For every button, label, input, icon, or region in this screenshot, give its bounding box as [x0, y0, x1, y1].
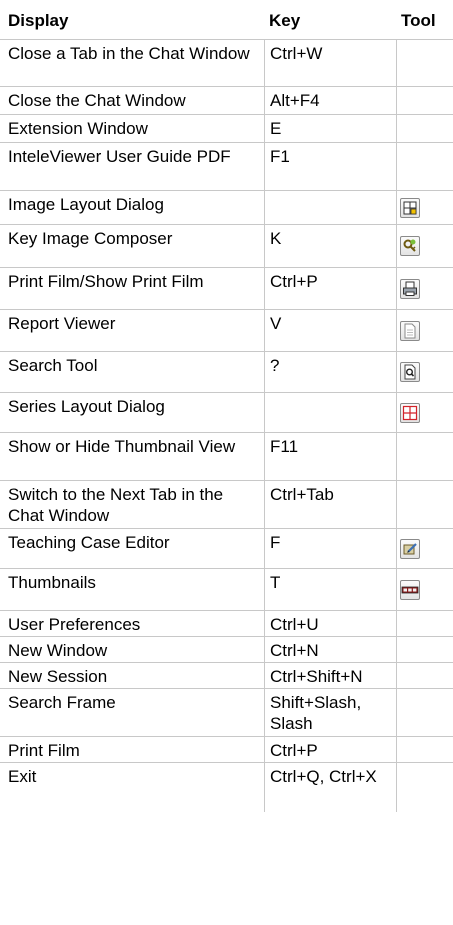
- display-cell: Teaching Case Editor: [8, 533, 170, 552]
- display-cell: Image Layout Dialog: [8, 195, 164, 214]
- key-cell: Ctrl+P: [264, 737, 396, 762]
- tool-cell: [396, 433, 453, 480]
- table-row-close-a-tab-in-the-chat-window: Close a Tab in the Chat Window Ctrl+W: [0, 39, 453, 87]
- display-cell: Close the Chat Window: [8, 91, 186, 110]
- key-cell: Ctrl+Shift+N: [264, 663, 396, 688]
- table-row-user-preferences: User Preferences Ctrl+U: [0, 611, 453, 637]
- table-row-new-session: New Session Ctrl+Shift+N: [0, 663, 453, 689]
- table-row-new-window: New Window Ctrl+N: [0, 637, 453, 663]
- table-row-print-film: Print Film Ctrl+P: [0, 737, 453, 763]
- tool-cell: [396, 529, 453, 568]
- thumbnails-icon[interactable]: [400, 579, 420, 600]
- table-header-row: Display Key Tool: [0, 0, 453, 39]
- table-row-show-or-hide-thumbnail-view: Show or Hide Thumbnail View F11: [0, 433, 453, 481]
- tool-cell: [396, 663, 453, 688]
- tool-cell: [396, 115, 453, 142]
- key-cell: T: [264, 569, 396, 610]
- key-cell: V: [264, 310, 396, 351]
- key-cell: F1: [264, 143, 396, 190]
- column-header-display: Display: [8, 11, 69, 30]
- key-cell: Alt+F4: [264, 87, 396, 114]
- display-cell: Extension Window: [8, 119, 148, 138]
- display-cell: Report Viewer: [8, 314, 116, 333]
- key-cell: Ctrl+U: [264, 611, 396, 636]
- display-cell: Show or Hide Thumbnail View: [8, 437, 236, 456]
- display-cell: Series Layout Dialog: [8, 397, 165, 416]
- series-layout-icon[interactable]: [400, 402, 420, 423]
- tool-cell: [396, 191, 453, 224]
- display-cell: Print Film: [8, 741, 80, 760]
- tool-cell: [396, 637, 453, 662]
- table-row-extension-window: Extension Window E: [0, 115, 453, 143]
- tool-cell: [396, 611, 453, 636]
- table-row-key-image-composer: Key Image Composer K: [0, 225, 453, 268]
- display-cell: User Preferences: [8, 615, 141, 634]
- tool-cell: [396, 569, 453, 610]
- key-cell: Ctrl+Q, Ctrl+X: [264, 763, 396, 812]
- column-header-tool: Tool: [401, 11, 436, 30]
- display-cell: Search Tool: [8, 356, 98, 375]
- print-film-icon[interactable]: [400, 278, 420, 299]
- display-cell: InteleViewer User Guide PDF: [8, 147, 231, 166]
- key-cell: [264, 191, 396, 224]
- table-row-inteleviewer-user-guide-pdf: InteleViewer User Guide PDF F1: [0, 143, 453, 191]
- table-row-search-tool: Search Tool?: [0, 352, 453, 393]
- display-cell: Search Frame: [8, 693, 116, 712]
- key-cell: K: [264, 225, 396, 267]
- tool-cell: [396, 689, 453, 736]
- key-cell: Shift+Slash, Slash: [264, 689, 396, 736]
- tool-cell: [396, 87, 453, 114]
- key-image-composer-icon[interactable]: [400, 236, 420, 256]
- display-cell: Key Image Composer: [8, 229, 173, 248]
- tool-cell: [396, 737, 453, 762]
- table-row-teaching-case-editor: Teaching Case Editor F: [0, 529, 453, 569]
- tool-cell: [396, 481, 453, 528]
- tool-cell: [396, 268, 453, 309]
- tool-cell: [396, 225, 453, 267]
- table-row-image-layout-dialog: Image Layout Dialog: [0, 191, 453, 225]
- table-row-series-layout-dialog: Series Layout Dialog: [0, 393, 453, 433]
- display-cell: New Window: [8, 641, 108, 660]
- column-header-key: Key: [269, 11, 301, 30]
- key-cell: Ctrl+W: [264, 40, 396, 86]
- tool-cell: [396, 352, 453, 392]
- display-cell: New Session: [8, 667, 108, 686]
- key-cell: F: [264, 529, 396, 568]
- table-row-report-viewer: Report Viewer V: [0, 310, 453, 352]
- table-row-exit: Exit Ctrl+Q, Ctrl+X: [0, 763, 453, 812]
- key-cell: [264, 393, 396, 432]
- table-row-switch-to-the-next-tab-in-the-chat-window: Switch to the Next Tab in the Chat Windo…: [0, 481, 453, 529]
- tool-cell: [396, 393, 453, 432]
- table-row-thumbnails: Thumbnails T: [0, 569, 453, 611]
- tool-cell: [396, 310, 453, 351]
- display-cell: Close a Tab in the Chat Window: [8, 44, 250, 63]
- search-tool-icon[interactable]: [400, 362, 420, 382]
- image-layout-icon[interactable]: [400, 197, 420, 218]
- display-cell: Print Film/Show Print Film: [8, 272, 204, 291]
- tool-cell: [396, 763, 453, 812]
- display-cell: Thumbnails: [8, 573, 96, 592]
- display-cell: Exit: [8, 767, 37, 786]
- table-row-print-film-show-print-film: Print Film/Show Print Film Ctrl+P: [0, 268, 453, 310]
- tool-cell: [396, 40, 453, 86]
- table-row-search-frame: Search Frame Shift+Slash, Slash: [0, 689, 453, 737]
- key-cell: Ctrl+Tab: [264, 481, 396, 528]
- report-viewer-icon[interactable]: [400, 320, 420, 341]
- key-cell: Ctrl+P: [264, 268, 396, 309]
- key-cell: E: [264, 115, 396, 142]
- key-cell: Ctrl+N: [264, 637, 396, 662]
- key-cell: ?: [264, 352, 396, 392]
- tool-cell: [396, 143, 453, 190]
- teaching-case-editor-icon[interactable]: [400, 538, 420, 559]
- table-row-close-the-chat-window: Close the Chat Window Alt+F4: [0, 87, 453, 115]
- display-cell: Switch to the Next Tab in the Chat Windo…: [8, 485, 224, 525]
- key-cell: F11: [264, 433, 396, 480]
